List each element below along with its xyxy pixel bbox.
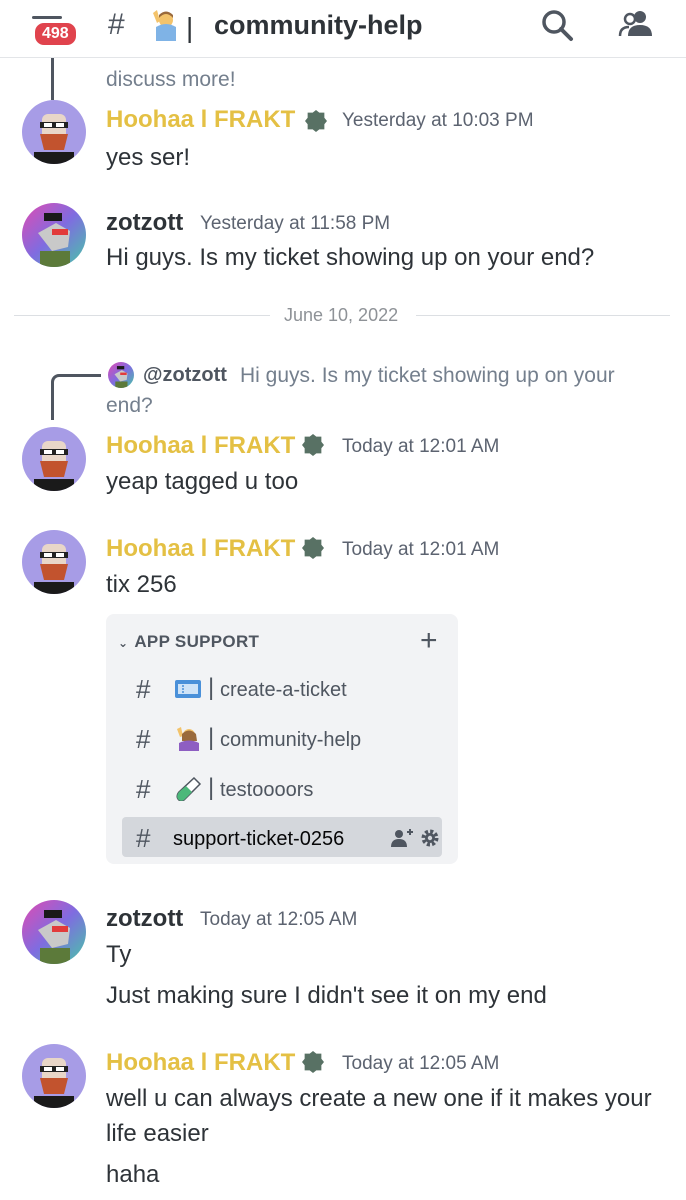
channel-name: testoooors xyxy=(220,779,314,801)
message-timestamp: Today at 12:05 AM xyxy=(342,1053,500,1074)
channel-separator: | xyxy=(208,774,215,801)
members-icon[interactable] xyxy=(618,8,654,42)
avatar[interactable] xyxy=(22,100,86,164)
channel-hash-icon: # xyxy=(136,674,151,704)
verified-badge-icon xyxy=(305,110,327,132)
message-text: life easier xyxy=(106,1120,209,1147)
reply-preview-text[interactable]: Hi guys. Is my ticket showing up on your xyxy=(240,364,615,388)
date-divider-line xyxy=(14,315,270,316)
ticket-emoji xyxy=(175,680,201,698)
avatar[interactable] xyxy=(22,900,86,964)
previous-message-fragment: discuss more! xyxy=(106,68,236,91)
add-channel-icon: + xyxy=(420,624,438,657)
reply-mention[interactable]: @zotzott xyxy=(143,364,227,387)
message-timestamp: Today at 12:01 AM xyxy=(342,436,500,457)
person-raising-hand-emoji xyxy=(177,727,199,751)
message-text: Hi guys. Is my ticket showing up on your… xyxy=(106,244,595,271)
reply-connector xyxy=(51,374,101,420)
avatar[interactable] xyxy=(22,530,86,594)
channel-hash-icon: # xyxy=(108,8,125,41)
message-author[interactable]: zotzott xyxy=(106,905,183,933)
channel-item-create-a-ticket: # | create-a-ticket xyxy=(122,668,442,708)
verified-badge-icon xyxy=(302,434,324,456)
channel-hash-icon: # xyxy=(136,774,151,804)
channel-header: 498 # | community-help xyxy=(0,0,686,58)
private-thread-hash-icon: # xyxy=(136,823,151,853)
channel-name: community-help xyxy=(220,729,362,751)
message-author[interactable]: Hoohaa l FRAKT xyxy=(106,1049,295,1077)
channel-title: community-help xyxy=(214,10,423,40)
test-tube-emoji xyxy=(176,777,202,801)
message-text: yeap tagged u too xyxy=(106,468,299,495)
avatar[interactable] xyxy=(22,203,86,267)
message-author[interactable]: Hoohaa l FRAKT xyxy=(106,106,295,134)
message-timestamp: Today at 12:01 AM xyxy=(342,539,500,560)
channel-name: create-a-ticket xyxy=(220,679,347,701)
channel-name: support-ticket-0256 xyxy=(173,828,345,850)
header-separator: | xyxy=(186,12,194,43)
channel-item-community-help: # | community-help xyxy=(122,718,442,758)
message-author[interactable]: Hoohaa l FRAKT xyxy=(106,432,295,460)
reply-preview-text[interactable]: end? xyxy=(106,394,153,418)
channel-separator: | xyxy=(208,674,215,701)
message-text: Just making sure I didn't see it on my e… xyxy=(106,982,547,1009)
message-author[interactable]: Hoohaa l FRAKT xyxy=(106,535,295,563)
avatar[interactable] xyxy=(22,427,86,491)
message-text: yes ser! xyxy=(106,144,191,171)
message-text: well u can always create a new one if it… xyxy=(106,1085,652,1112)
chevron-down-icon: ⌄ xyxy=(118,636,129,650)
reply-avatar[interactable] xyxy=(108,362,134,388)
date-divider: June 10, 2022 xyxy=(284,305,399,325)
message-author[interactable]: zotzott xyxy=(106,209,183,237)
message-text: tix 256 xyxy=(106,571,177,598)
message-timestamp: Today at 12:05 AM xyxy=(200,909,358,930)
message-timestamp: Yesterday at 10:03 PM xyxy=(342,110,534,131)
date-divider-line xyxy=(416,315,670,316)
message-timestamp: Yesterday at 11:58 PM xyxy=(200,213,391,234)
channel-separator: | xyxy=(208,724,215,751)
embedded-image[interactable]: ⌄ APP SUPPORT + # | create-a-ticket # | c… xyxy=(106,614,458,864)
channel-item-support-ticket-0256: # support-ticket-0256 xyxy=(122,817,442,857)
avatar[interactable] xyxy=(22,1044,86,1108)
channel-item-testoooors: # | testoooors xyxy=(122,768,442,808)
reply-connector xyxy=(51,58,54,100)
add-member-icon xyxy=(391,829,413,847)
verified-badge-icon xyxy=(302,1051,324,1073)
category-header: ⌄ APP SUPPORT xyxy=(118,632,260,651)
message-text: Ty xyxy=(106,941,132,968)
message-text: haha xyxy=(106,1161,160,1188)
gear-icon xyxy=(421,829,439,847)
verified-badge-icon xyxy=(302,537,324,559)
person-raising-hand-emoji xyxy=(153,10,176,41)
search-icon[interactable] xyxy=(540,8,574,42)
notification-badge: 498 xyxy=(32,20,79,48)
channel-hash-icon: # xyxy=(136,724,151,754)
